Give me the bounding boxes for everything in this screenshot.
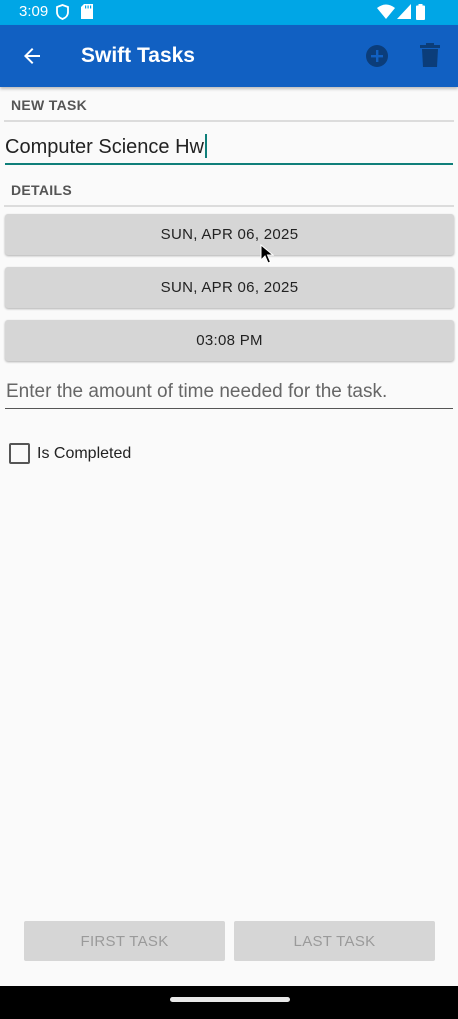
- shield-icon: [56, 4, 69, 20]
- is-completed-checkbox[interactable]: [9, 443, 30, 464]
- start-date-button[interactable]: SUN, APR 06, 2025: [5, 214, 454, 255]
- app-title: Swift Tasks: [81, 44, 195, 67]
- trash-icon[interactable]: [420, 43, 440, 67]
- home-indicator[interactable]: [170, 997, 290, 1002]
- time-button[interactable]: 03:08 PM: [5, 320, 454, 361]
- first-task-button[interactable]: FIRST TASK: [24, 921, 225, 961]
- back-arrow-icon[interactable]: [20, 44, 44, 68]
- battery-icon: [416, 4, 425, 20]
- app-bar: Swift Tasks: [0, 25, 458, 87]
- details-divider: [4, 205, 454, 207]
- sd-card-icon: [81, 4, 93, 19]
- text-cursor: [204, 134, 207, 158]
- mouse-pointer-icon: [260, 244, 274, 264]
- last-task-button[interactable]: LAST TASK: [234, 921, 435, 961]
- task-name-field[interactable]: Computer Science Hw: [5, 127, 453, 165]
- signal-icon: [397, 4, 411, 19]
- add-circle-icon[interactable]: [364, 43, 390, 69]
- time-needed-field[interactable]: Enter the amount of time needed for the …: [5, 374, 453, 409]
- end-date-button[interactable]: SUN, APR 06, 2025: [5, 267, 454, 308]
- wifi-icon: [377, 4, 395, 19]
- status-time: 3:09: [19, 3, 49, 20]
- status-bar: 3:09: [0, 0, 458, 25]
- details-section-label: DETAILS: [11, 182, 72, 198]
- time-needed-placeholder: Enter the amount of time needed for the …: [6, 381, 388, 402]
- new-task-section-label: NEW TASK: [11, 97, 88, 113]
- task-name-value: Computer Science Hw: [5, 136, 204, 158]
- new-task-divider: [4, 120, 454, 122]
- is-completed-label[interactable]: Is Completed: [37, 445, 131, 463]
- system-navigation-bar: [0, 986, 458, 1019]
- task-name-input[interactable]: Computer Science Hw: [5, 134, 207, 159]
